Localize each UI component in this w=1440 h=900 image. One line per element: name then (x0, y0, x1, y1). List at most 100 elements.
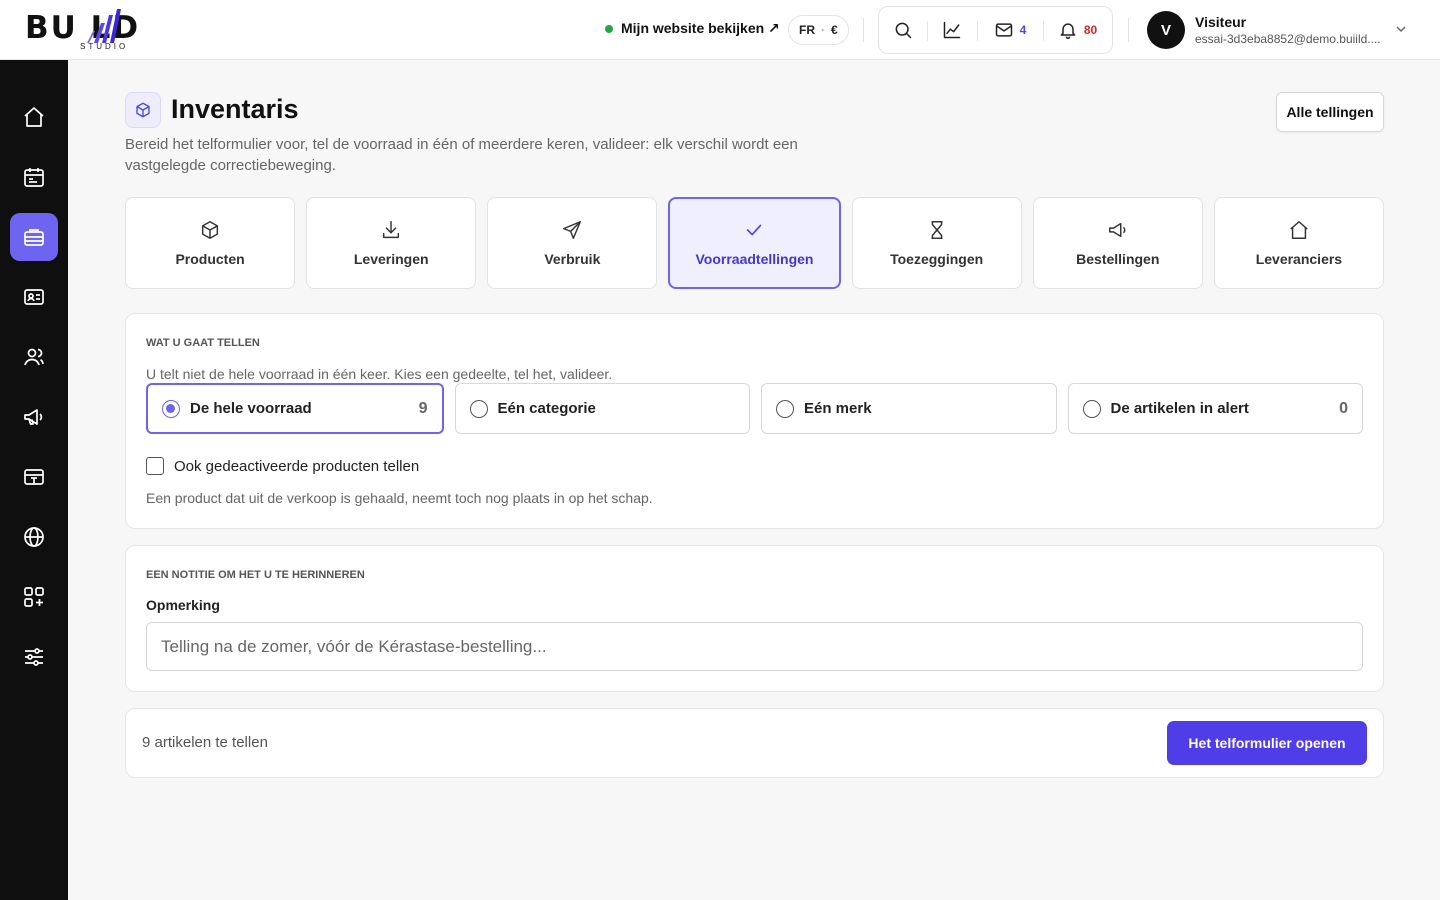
radio-button[interactable] (469, 399, 488, 418)
megaphone-icon (24, 409, 43, 425)
radio-button[interactable] (776, 399, 794, 418)
count-scope-card: WAT U GAAT TELLEN U telt niet de hele vo… (125, 313, 1384, 529)
items-to-count: 9 artikelen te tellen (142, 734, 268, 751)
sidebar-item-clients[interactable] (10, 333, 58, 381)
action-bar: 9 artikelen te tellen Het telformulier o… (125, 708, 1384, 778)
note-card: EEN NOTITIE OM HET U TE HERINNEREN Opmer… (125, 545, 1384, 692)
currency-symbol: € (831, 23, 838, 37)
page-title: Inventaris (171, 94, 299, 124)
download-icon (383, 221, 400, 239)
tab-voorraadtellingen[interactable]: Voorraadtellingen (668, 197, 841, 289)
online-status-dot (605, 24, 613, 33)
send-icon (563, 221, 582, 239)
sidebar (0, 60, 68, 900)
sidebar-item-contacts[interactable] (10, 273, 58, 321)
apps-icon (24, 587, 44, 607)
section-help: U telt niet de hele voorraad in één keer… (146, 366, 613, 382)
notifications-button[interactable]: 80 (1043, 7, 1112, 53)
user-name: Visiteur (1195, 14, 1247, 30)
option-label: Eén merk (804, 400, 872, 417)
sidebar-item-marketing[interactable] (10, 393, 58, 441)
user-menu[interactable]: V Visiteur essai-3d3eba8852@demo.buiild.… (1147, 11, 1381, 49)
build-studio-logo[interactable]: BU LD STUDIO (25, 8, 185, 52)
include-deactivated-checkbox[interactable] (146, 457, 164, 475)
chevron-down-icon[interactable] (1395, 23, 1407, 35)
option-label: Eén categorie (497, 400, 596, 417)
sidebar-item-home[interactable] (10, 93, 58, 141)
option-count: 9 (418, 399, 428, 417)
contact-card-icon (24, 289, 44, 305)
globe-icon (24, 527, 44, 547)
tab-label: Leveranciers (1255, 251, 1343, 267)
divider (1128, 18, 1129, 42)
remark-label: Opmerking (146, 597, 220, 613)
user-email: essai-3d3eba8852@demo.buiild.... (1195, 32, 1381, 46)
include-deactivated-option[interactable]: Ook gedeactiveerde producten tellen (146, 457, 419, 475)
tab-verbruik[interactable]: Verbruik (487, 197, 658, 289)
radio-button[interactable] (162, 399, 180, 418)
open-count-form-button[interactable]: Het telformulier openen (1167, 721, 1367, 765)
calendar-icon (24, 168, 44, 187)
search-icon (895, 22, 912, 39)
settings-sliders-icon (25, 648, 43, 666)
tab-toezeggingen[interactable]: Toezeggingen (851, 197, 1022, 289)
language-code: FR (799, 23, 815, 37)
scope-option-category[interactable]: Eén categorie (454, 383, 750, 434)
tab-bestellingen[interactable]: Bestellingen (1032, 197, 1203, 289)
scope-options: De hele voorraad 9 Eén categorie Eén mer… (146, 383, 1363, 434)
users-icon (24, 348, 44, 366)
header-tools: 4 80 (878, 6, 1113, 54)
option-count: 0 (1339, 399, 1348, 417)
tab-label: Bestellingen (1076, 251, 1160, 267)
section-title: WAT U GAAT TELLEN (146, 337, 260, 349)
logo-subtitle: STUDIO (80, 42, 129, 51)
scope-option-brand[interactable]: Eén merk (761, 383, 1057, 434)
home-icon (24, 107, 44, 127)
box-icon (136, 102, 150, 118)
search-button[interactable] (879, 7, 927, 53)
messages-count: 4 (1019, 23, 1027, 37)
tab-label: Verbruik (544, 251, 601, 267)
inventory-tabs: Producten Leveringen Verbruik Voorraadte… (125, 197, 1384, 289)
top-bar: BU LD STUDIO Mijn website bekijken ↗ FR … (0, 0, 1440, 60)
payment-icon (24, 469, 44, 485)
avatar: V (1147, 11, 1185, 49)
logo-text: BU LD (25, 10, 141, 46)
remark-input[interactable] (146, 622, 1363, 671)
view-website-label: Mijn website bekijken ↗ (621, 20, 780, 36)
check-icon (747, 224, 762, 236)
scope-option-whole-stock[interactable]: De hele voorraad 9 (146, 383, 444, 434)
notifications-count: 80 (1083, 23, 1098, 37)
sidebar-item-website[interactable] (10, 513, 58, 561)
scope-option-alert-items[interactable]: De artikelen in alert 0 (1067, 383, 1363, 434)
tab-producten[interactable]: Producten (125, 197, 296, 289)
divider (863, 18, 864, 42)
radio-button[interactable] (1082, 399, 1101, 418)
tab-leveringen[interactable]: Leveringen (306, 197, 477, 289)
box-icon (201, 221, 219, 239)
view-website-link[interactable]: Mijn website bekijken ↗ (605, 20, 780, 37)
page-description: Bereid het telformulier voor, tel de voo… (125, 136, 798, 174)
tab-leveranciers[interactable]: Leveranciers (1213, 197, 1384, 289)
page-icon (125, 92, 161, 128)
bell-icon (1060, 23, 1076, 40)
mail-icon (995, 23, 1012, 37)
logo-bars-icon (87, 9, 121, 43)
sidebar-item-inventory[interactable] (10, 213, 58, 261)
hourglass-icon (931, 221, 943, 239)
messages-button[interactable]: 4 (977, 7, 1043, 53)
section-title: EEN NOTITIE OM HET U TE HERINNEREN (146, 569, 365, 581)
language-currency-selector[interactable]: FR · € (788, 15, 849, 45)
inventory-icon (24, 229, 44, 246)
option-label: De hele voorraad (190, 400, 312, 417)
stats-button[interactable] (927, 7, 977, 53)
tab-label: Toezeggingen (890, 251, 984, 267)
house-icon (1290, 221, 1308, 239)
sidebar-item-calendar[interactable] (10, 153, 58, 201)
sidebar-item-apps[interactable] (10, 573, 58, 621)
all-counts-button[interactable]: Alle tellingen (1276, 92, 1384, 132)
sidebar-item-settings[interactable] (10, 633, 58, 681)
tab-label: Leveringen (353, 251, 429, 267)
sidebar-item-payments[interactable] (10, 453, 58, 501)
tab-label: Voorraadtellingen (695, 251, 814, 267)
